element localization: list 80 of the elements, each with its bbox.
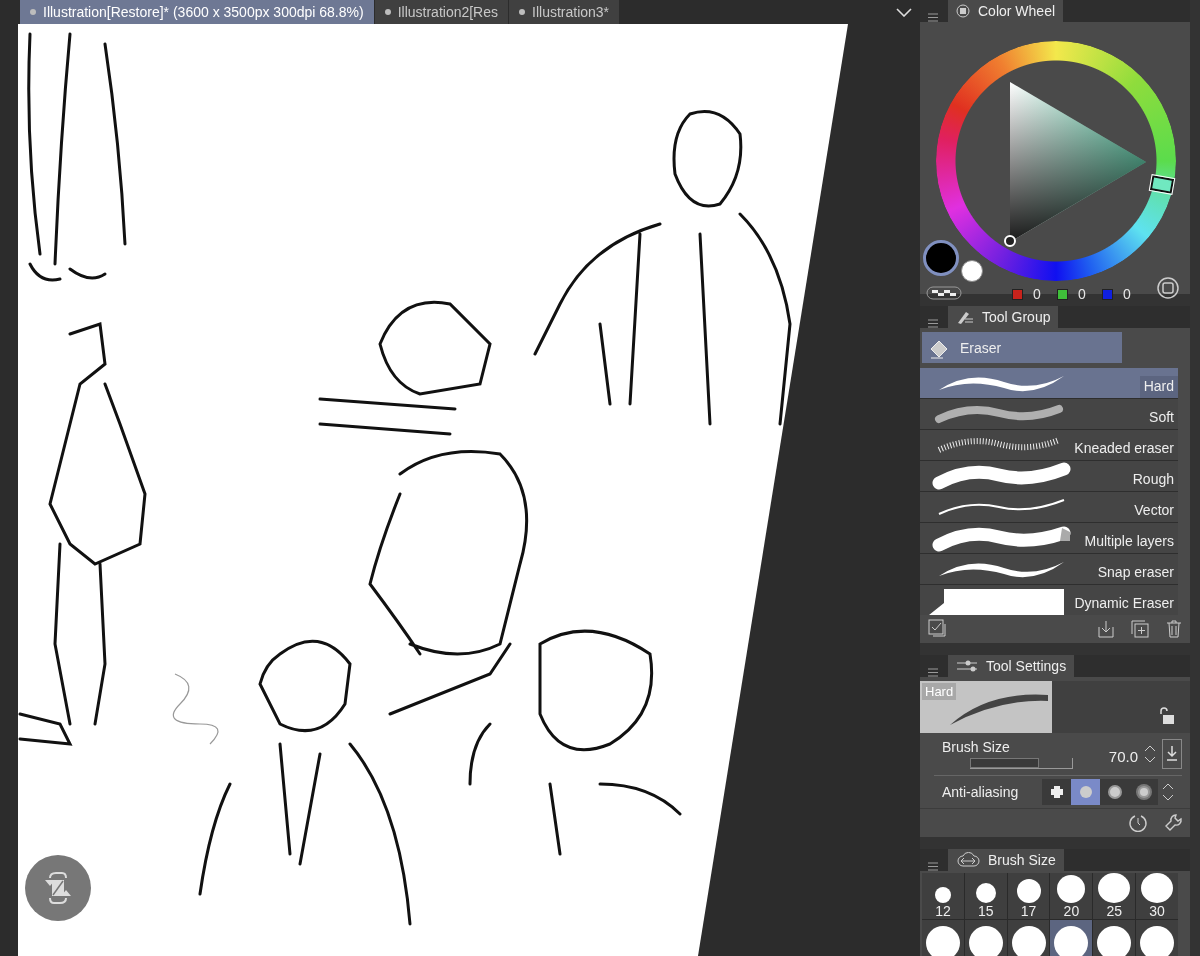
color-space-icon[interactable]: [1157, 277, 1179, 299]
document-tab[interactable]: Illustration3*: [509, 0, 621, 24]
panel-tab[interactable]: Tool Settings: [948, 655, 1075, 677]
brush-size-preset[interactable]: 17: [1007, 873, 1050, 919]
brush-tip-icon: [934, 887, 951, 903]
reset-icon[interactable]: [1128, 813, 1148, 833]
sub-tool-item[interactable]: Hard: [920, 368, 1178, 398]
brush-size-preset[interactable]: 15: [964, 873, 1007, 919]
smoke-drawing: [172, 673, 219, 745]
panel-tab[interactable]: Tool Group: [948, 306, 1059, 328]
menu-icon[interactable]: [928, 862, 938, 871]
sliders-icon: [956, 659, 978, 673]
sub-tool-item[interactable]: Snap eraser: [920, 554, 1178, 584]
sub-tool-item[interactable]: Dynamic Eraser: [920, 585, 1178, 615]
channel-value: 0: [1033, 286, 1042, 302]
setting-label: Anti-aliasing: [942, 784, 1020, 800]
menu-icon[interactable]: [928, 13, 938, 22]
brush-size-icon: [956, 852, 980, 868]
checkbox-icon[interactable]: [928, 619, 948, 639]
anti-aliasing-option[interactable]: [1042, 779, 1071, 805]
document-tab[interactable]: Illustration[Restore]* (3600 x 3500px 300dpi 68.8%): [20, 0, 375, 24]
tool-button[interactable]: Eraser: [922, 332, 1122, 363]
stepper-icon[interactable]: [1162, 781, 1174, 803]
blurred-circle-icon: [1135, 783, 1152, 801]
panel-tab[interactable]: Brush Size: [948, 849, 1064, 871]
pressure-icon[interactable]: [1162, 739, 1182, 769]
sub-tool-item[interactable]: Multiple layers: [920, 523, 1178, 553]
color-picker-handle[interactable]: [1003, 234, 1017, 248]
brush-tip-icon: [1016, 879, 1041, 903]
brush-tip-icon: [968, 926, 1003, 956]
unlock-icon[interactable]: [1158, 707, 1176, 725]
circle-dot-icon: [1077, 783, 1094, 801]
brush-size-preset[interactable]: [1136, 920, 1178, 956]
brush-tip-icon: [1098, 873, 1131, 903]
menu-icon[interactable]: [928, 319, 938, 328]
brush-tip-icon: [1141, 873, 1174, 903]
brush-size-preset[interactable]: [1050, 920, 1093, 956]
panel-tab[interactable]: Color Wheel: [948, 0, 1064, 22]
trash-icon[interactable]: [1164, 619, 1184, 639]
brush-size-preset[interactable]: [1093, 920, 1136, 956]
pen-icon: [956, 309, 974, 325]
brush-tip-icon: [1057, 875, 1086, 903]
color-circle-icon: [956, 4, 970, 18]
slider-track[interactable]: [970, 758, 1073, 769]
brush-tip-icon: [1054, 926, 1089, 956]
anti-aliasing-option[interactable]: [1129, 779, 1158, 805]
brush-size-preset[interactable]: 25: [1093, 873, 1136, 919]
setting-value: 70.0: [1108, 748, 1138, 765]
sub-color-swatch[interactable]: [961, 260, 983, 282]
chevron-down-icon[interactable]: [896, 7, 912, 17]
brush-size-preset[interactable]: [1007, 920, 1050, 956]
duplicate-icon[interactable]: [1130, 619, 1150, 639]
download-icon[interactable]: [1096, 619, 1116, 639]
preview-label: Hard: [922, 683, 957, 700]
anti-aliasing-option[interactable]: [1100, 779, 1129, 805]
hue-handle[interactable]: [1149, 175, 1175, 194]
transparent-color-icon[interactable]: [926, 286, 962, 300]
wrench-icon[interactable]: [1164, 813, 1184, 833]
main-color-swatch[interactable]: [923, 240, 959, 276]
brush-tip-icon: [1097, 926, 1132, 956]
setting-label: Brush Size: [942, 739, 1011, 755]
soft-circle-icon: [1106, 783, 1123, 801]
brush-size-preset[interactable]: 30: [1136, 873, 1178, 919]
sub-tool-item[interactable]: Vector: [920, 492, 1178, 522]
brush-tip-icon: [1011, 926, 1046, 956]
channel-value: 0: [1078, 286, 1087, 302]
brush-size-preset[interactable]: 12: [922, 873, 964, 919]
brush-size-preset[interactable]: 20: [1050, 873, 1093, 919]
brush-tip-icon: [1140, 926, 1175, 956]
sub-tool-item[interactable]: Kneaded eraser: [920, 430, 1178, 460]
document-tab[interactable]: Illustration2[Res: [374, 0, 510, 24]
brush-size-preset[interactable]: [922, 920, 964, 956]
menu-icon[interactable]: [928, 668, 938, 677]
channel-value: 0: [1123, 286, 1132, 302]
sub-tool-item[interactable]: Soft: [920, 399, 1178, 429]
stepper-icon[interactable]: [1144, 743, 1156, 765]
brush-size-preset[interactable]: [964, 920, 1007, 956]
sub-tool-item[interactable]: Rough: [920, 461, 1178, 491]
brush-tip-icon: [975, 883, 996, 903]
brush-tip-icon: [925, 926, 960, 956]
